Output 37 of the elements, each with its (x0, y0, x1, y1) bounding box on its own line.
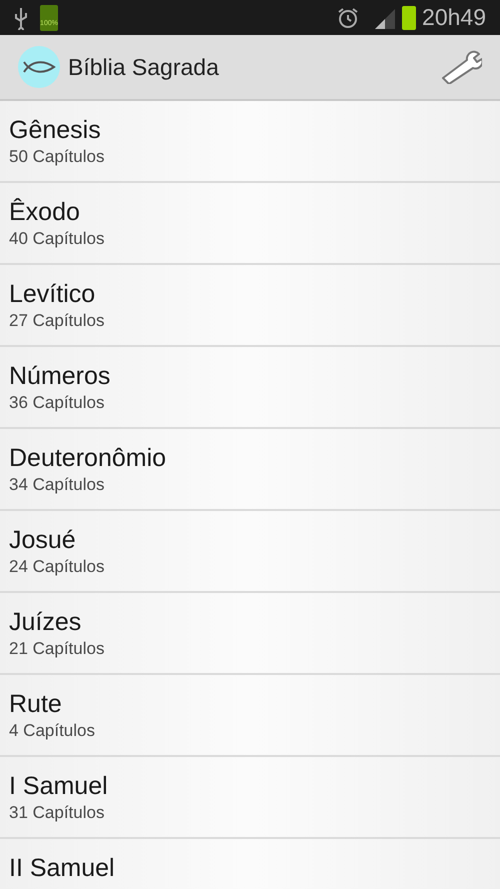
book-name: Josué (9, 525, 77, 555)
wrench-icon[interactable] (440, 50, 482, 84)
book-row[interactable]: Levítico 27 Capítulos (0, 265, 500, 347)
book-row[interactable]: Gênesis 50 Capítulos (0, 101, 500, 183)
chapter-count: 31 Capítulos (9, 802, 106, 824)
clock-time: 20h49 (422, 3, 486, 32)
usb-icon (14, 6, 28, 30)
book-name: Levítico (9, 279, 96, 309)
book-row[interactable]: Rute 4 Capítulos (0, 675, 500, 757)
alarm-clock-icon (336, 6, 360, 30)
signal-icon (374, 6, 396, 28)
book-name: Gênesis (9, 115, 102, 145)
chapter-count: 40 Capítulos (9, 228, 106, 250)
book-row[interactable]: Deuteronômio 34 Capítulos (0, 429, 500, 511)
app-title: Bíblia Sagrada (68, 52, 219, 82)
chapter-count: 27 Capítulos (9, 310, 106, 332)
chapter-count: 36 Capítulos (9, 392, 106, 414)
book-row[interactable]: Êxodo 40 Capítulos (0, 183, 500, 265)
chapter-count: 21 Capítulos (9, 638, 106, 660)
chapter-count: 50 Capítulos (9, 146, 106, 168)
book-name: Rute (9, 689, 63, 719)
chapter-count: 24 Capítulos (9, 556, 106, 578)
book-row[interactable]: II Samuel (0, 839, 500, 889)
chapter-count: 4 Capítulos (9, 720, 96, 742)
book-row[interactable]: Juízes 21 Capítulos (0, 593, 500, 675)
book-name: II Samuel (9, 853, 116, 883)
book-row[interactable]: I Samuel 31 Capítulos (0, 757, 500, 839)
battery-icon (402, 6, 416, 30)
book-name: Juízes (9, 607, 82, 637)
book-name: Deuteronômio (9, 443, 168, 473)
fish-logo-icon (18, 46, 60, 88)
book-name: Números (9, 361, 112, 391)
chapter-count: 34 Capítulos (9, 474, 106, 496)
book-row[interactable]: Números 36 Capítulos (0, 347, 500, 429)
book-row[interactable]: Josué 24 Capítulos (0, 511, 500, 593)
book-name: I Samuel (9, 771, 109, 801)
book-name: Êxodo (9, 197, 81, 227)
